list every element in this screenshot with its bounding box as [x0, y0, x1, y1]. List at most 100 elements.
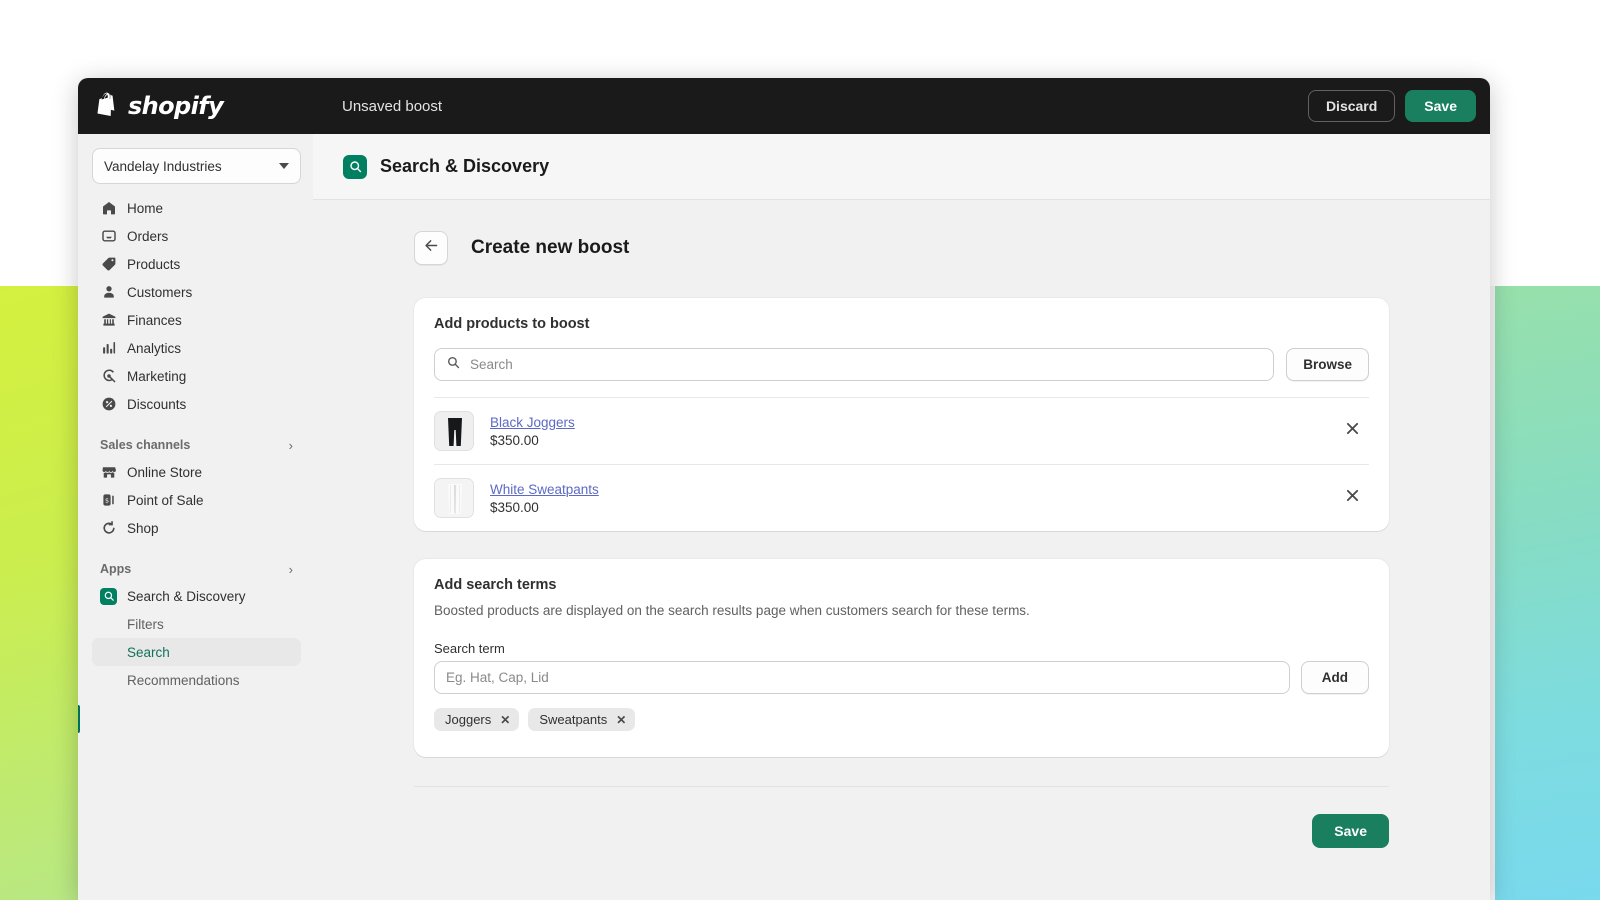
- close-x-icon: [1346, 422, 1359, 440]
- search-term-label: Search term: [434, 641, 505, 656]
- sidebar: Vandelay Industries Home Orders Products…: [78, 134, 313, 900]
- add-products-title: Add products to boost: [434, 316, 590, 332]
- sidebar-item-label: Customers: [127, 284, 193, 300]
- sidebar-item-marketing[interactable]: Marketing: [92, 362, 301, 390]
- scroll-area[interactable]: Create new boost Add products to boost S…: [313, 200, 1490, 900]
- sidebar-item-online-store[interactable]: Online Store: [92, 458, 301, 486]
- chevron-right-icon: ›: [288, 437, 293, 453]
- add-products-card: Add products to boost Search Browse Blac…: [414, 298, 1389, 531]
- unsaved-changes-title: Unsaved boost: [342, 97, 443, 115]
- remove-product-button[interactable]: [1341, 420, 1363, 442]
- main-content: Search & Discovery Create new boost Add …: [313, 134, 1490, 900]
- shopify-admin-window: shopify Unsaved boost Discard Save Vande…: [78, 78, 1490, 900]
- megaphone-target-icon: [100, 368, 117, 385]
- search-term-placeholder: Eg. Hat, Cap, Lid: [446, 670, 549, 685]
- product-info: White Sweatpants $350.00: [490, 481, 1325, 515]
- sidebar-sub-label: Search: [127, 644, 170, 660]
- pos-terminal-icon: $: [100, 492, 117, 509]
- product-row: White Sweatpants $350.00: [434, 464, 1369, 531]
- add-term-button[interactable]: Add: [1300, 661, 1369, 694]
- discount-percent-icon: [100, 396, 117, 413]
- chevron-right-icon: ›: [288, 561, 293, 577]
- shop-bag-icon: [100, 520, 117, 537]
- browse-button[interactable]: Browse: [1286, 348, 1369, 381]
- sidebar-item-label: Products: [127, 256, 181, 272]
- close-x-icon[interactable]: ✕: [616, 713, 626, 727]
- background-gradient-left: [0, 286, 86, 900]
- sidebar-item-orders[interactable]: Orders: [92, 222, 301, 250]
- sidebar-sub-label: Filters: [127, 616, 164, 632]
- sidebar-item-label: Online Store: [127, 464, 203, 480]
- sidebar-item-label: Analytics: [127, 340, 182, 356]
- sidebar-item-customers[interactable]: Customers: [92, 278, 301, 306]
- storefront-icon: [100, 464, 117, 481]
- product-name-link[interactable]: Black Joggers: [490, 415, 575, 430]
- search-term-row: Eg. Hat, Cap, Lid Add: [434, 661, 1369, 694]
- sidebar-item-recommendations[interactable]: Recommendations: [92, 666, 301, 694]
- sidebar-item-shop[interactable]: Shop: [92, 514, 301, 542]
- sidebar-item-label: Shop: [127, 520, 159, 536]
- person-icon: [100, 284, 117, 301]
- background-gradient-right: [1495, 286, 1600, 900]
- product-search-placeholder: Search: [470, 357, 513, 372]
- sidebar-item-finances[interactable]: Finances: [92, 306, 301, 334]
- shopify-logo[interactable]: shopify: [96, 92, 314, 120]
- add-search-terms-description: Boosted products are displayed on the se…: [434, 603, 1030, 618]
- save-button-top[interactable]: Save: [1405, 90, 1476, 122]
- search-icon: [446, 355, 461, 375]
- sidebar-item-products[interactable]: Products: [92, 250, 301, 278]
- search-term-input[interactable]: Eg. Hat, Cap, Lid: [434, 661, 1290, 694]
- search-discovery-app-icon: [100, 587, 117, 605]
- search-term-tag: Joggers ✕: [434, 708, 520, 731]
- home-icon: [100, 200, 117, 217]
- orders-inbox-icon: [100, 228, 117, 245]
- sidebar-item-label: Home: [127, 200, 164, 216]
- search-term-tag: Sweatpants ✕: [528, 708, 636, 731]
- add-search-terms-title: Add search terms: [434, 577, 557, 593]
- sidebar-section-label: Apps: [100, 562, 132, 576]
- sidebar-item-filters[interactable]: Filters: [92, 610, 301, 638]
- add-search-terms-card: Add search terms Boosted products are di…: [414, 559, 1389, 757]
- sidebar-item-point-of-sale[interactable]: $ Point of Sale: [92, 486, 301, 514]
- sidebar-item-home[interactable]: Home: [92, 194, 301, 222]
- sidebar-item-discounts[interactable]: Discounts: [92, 390, 301, 418]
- back-button[interactable]: [414, 231, 448, 265]
- sidebar-item-label: Discounts: [127, 396, 187, 412]
- top-bar: shopify Unsaved boost Discard Save: [78, 78, 1490, 134]
- search-discovery-app-icon: [343, 154, 367, 179]
- store-name: Vandelay Industries: [104, 158, 222, 174]
- product-search-field[interactable]: Search: [434, 348, 1275, 381]
- search-term-tag-list: Joggers ✕ Sweatpants ✕: [434, 708, 1369, 731]
- save-button-bottom[interactable]: Save: [1312, 814, 1389, 848]
- svg-text:$: $: [104, 496, 108, 504]
- black-joggers-thumb: [434, 411, 474, 451]
- shopify-wordmark: shopify: [128, 92, 224, 120]
- product-tag-icon: [100, 256, 117, 273]
- chevron-down-icon: [279, 163, 289, 169]
- close-x-icon[interactable]: ✕: [500, 713, 510, 727]
- product-price: $350.00: [490, 433, 539, 448]
- sidebar-item-analytics[interactable]: Analytics: [92, 334, 301, 362]
- white-sweatpants-thumb: [434, 478, 474, 518]
- boost-page-title: Create new boost: [471, 237, 630, 258]
- sidebar-item-search-and-discovery[interactable]: Search & Discovery: [92, 582, 301, 610]
- sidebar-item-search[interactable]: Search: [92, 638, 301, 666]
- sidebar-item-label: Orders: [127, 228, 169, 244]
- discard-button[interactable]: Discard: [1307, 90, 1396, 122]
- tag-label: Sweatpants: [539, 712, 608, 727]
- sidebar-section-sales-channels[interactable]: Sales channels ›: [92, 432, 301, 458]
- page-title: Search & Discovery: [380, 156, 550, 176]
- bank-icon: [100, 312, 117, 329]
- sidebar-item-label: Point of Sale: [127, 492, 204, 508]
- page-header: Search & Discovery: [313, 134, 1490, 200]
- bar-chart-icon: [100, 340, 117, 357]
- sidebar-sub-label: Recommendations: [127, 672, 240, 688]
- top-bar-actions: Discard Save: [1307, 90, 1476, 122]
- product-search-row: Search Browse: [434, 348, 1369, 381]
- remove-product-button[interactable]: [1341, 487, 1363, 509]
- arrow-left-icon: [423, 237, 440, 259]
- store-selector[interactable]: Vandelay Industries: [92, 148, 301, 184]
- close-x-icon: [1346, 489, 1359, 507]
- sidebar-section-apps[interactable]: Apps ›: [92, 556, 301, 582]
- product-name-link[interactable]: White Sweatpants: [490, 482, 599, 497]
